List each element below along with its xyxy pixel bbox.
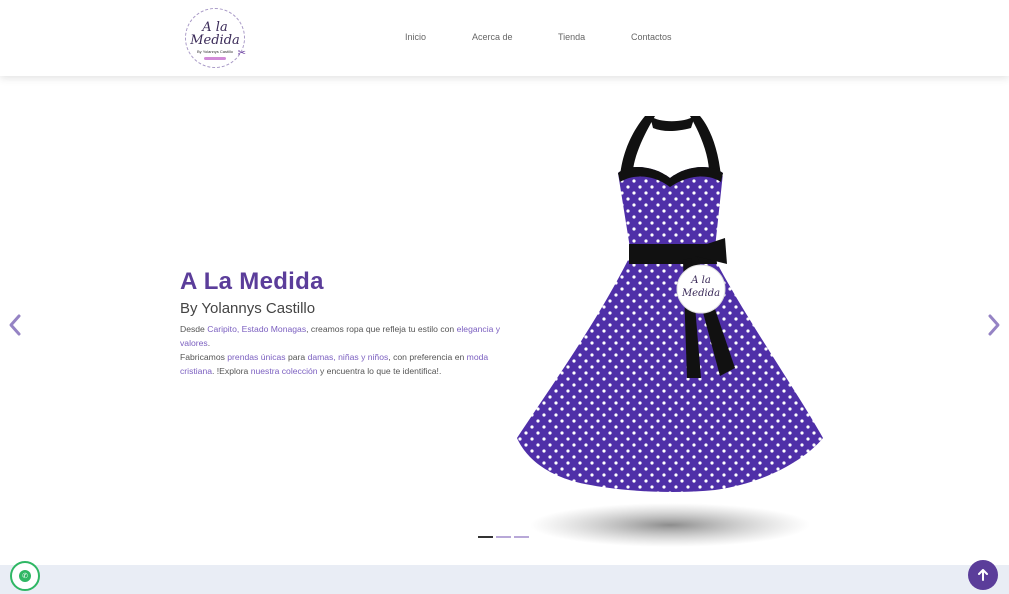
back-to-top-button[interactable] [968, 560, 998, 590]
chevron-right-icon [988, 314, 1000, 336]
carousel-prev-button[interactable] [6, 312, 24, 338]
carousel-indicator-1[interactable] [478, 536, 493, 538]
arrow-up-icon [978, 569, 988, 581]
whatsapp-button[interactable]: ✆ [10, 561, 40, 591]
desc-highlight-location: Caripito, Estado Monagas [207, 324, 307, 334]
carousel-indicator-3[interactable] [514, 536, 529, 538]
hero-title: A La Medida [180, 268, 324, 295]
brand-logo[interactable]: A la Medida By Yolannys Castillo ✂ [185, 8, 246, 68]
desc-text: . !Explora [212, 366, 251, 376]
desc-highlight-collection: nuestra colección [250, 366, 318, 376]
desc-text: , con preferencia en [388, 352, 467, 362]
desc-text: , creamos ropa que refleja tu estilo con [306, 324, 457, 334]
scissors-icon: ✂ [237, 48, 246, 59]
hero-dress-image: A la Medida [505, 88, 835, 558]
chevron-left-icon [9, 314, 21, 336]
logo-text-line2: Medida [190, 33, 240, 48]
desc-highlight-unique: prendas únicas [227, 352, 286, 362]
logo-text-line3: By Yolannys Castillo [196, 49, 234, 54]
logo-ribbon [204, 57, 226, 60]
next-section-band [0, 565, 1009, 594]
nav-contactos[interactable]: Contactos [631, 32, 672, 42]
site-header: A la Medida By Yolannys Castillo ✂ Inici… [0, 0, 1009, 76]
dress-tag-line1: A la [690, 275, 711, 286]
carousel-indicator-2[interactable] [496, 536, 511, 538]
nav-acerca-de[interactable]: Acerca de [472, 32, 513, 42]
whatsapp-icon: ✆ [19, 570, 31, 582]
carousel-next-button[interactable] [985, 312, 1003, 338]
dress-tag-line2: Medida [681, 288, 720, 299]
desc-text: para [285, 352, 308, 362]
desc-highlight-audience: damas, niñas y niños [307, 352, 389, 362]
carousel-indicators [478, 536, 529, 538]
nav-tienda[interactable]: Tienda [558, 32, 585, 42]
desc-text: y encuentra lo que te identifica!. [317, 366, 442, 376]
desc-text: Fabricamos [180, 352, 228, 362]
nav-inicio[interactable]: Inicio [405, 32, 426, 42]
desc-text: . [207, 338, 211, 348]
hero-subtitle: By Yolannys Castillo [180, 300, 316, 317]
hero-description: Desde Caripito, Estado Monagas, creamos … [180, 322, 502, 378]
desc-text: Desde [180, 324, 208, 334]
